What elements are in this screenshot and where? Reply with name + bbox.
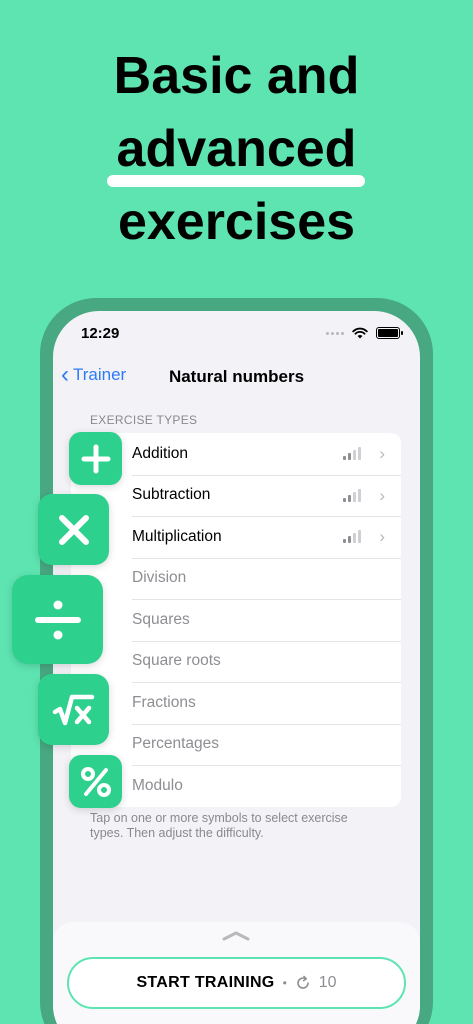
exercise-label: Addition [132, 444, 189, 462]
separator-dot: • [282, 976, 287, 990]
wifi-icon [352, 327, 368, 339]
exercise-label: Multiplication [132, 527, 222, 545]
headline-line-3: exercises [117, 193, 356, 251]
status-icons [326, 327, 403, 339]
cellular-dots-icon [326, 331, 344, 335]
exercise-list: Addition › Subtraction › Multiplication … [71, 433, 401, 807]
divide-icon[interactable] [12, 575, 103, 664]
start-training-button[interactable]: START TRAINING • 10 [67, 957, 406, 1009]
chevron-right-icon: › [379, 444, 385, 463]
section-header: EXERCISE TYPES [90, 413, 198, 427]
difficulty-bars-icon [343, 488, 361, 502]
chevron-right-icon: › [379, 527, 385, 546]
percent-icon[interactable] [69, 755, 122, 808]
chevron-up-icon[interactable] [221, 930, 251, 942]
headline: Basic and advanced exercises [0, 40, 473, 259]
exercise-row-square-roots[interactable]: Square roots [71, 640, 401, 683]
exercise-row-squares[interactable]: Squares [71, 599, 401, 641]
headline-underline [107, 175, 365, 187]
headline-line-1: Basic and [113, 47, 360, 105]
exercise-row-percentages[interactable]: Percentages [71, 723, 401, 766]
plus-icon[interactable] [69, 432, 122, 485]
exercise-count: 10 [318, 974, 337, 991]
start-training-label: START TRAINING [136, 974, 275, 991]
difficulty-bars-icon [343, 447, 361, 460]
repeat-icon [296, 975, 309, 989]
exercise-label: Division [132, 569, 187, 587]
exercise-label: Fractions [132, 693, 196, 711]
exercise-label: Percentages [132, 735, 220, 753]
exercise-label: Square roots [132, 652, 221, 670]
exercise-row-fractions[interactable]: Fractions [71, 682, 401, 724]
exercise-label: Subtraction [132, 486, 211, 504]
battery-icon [376, 327, 403, 339]
exercise-label: Squares [132, 610, 190, 628]
chevron-right-icon: › [379, 485, 385, 505]
square-root-icon[interactable] [38, 674, 109, 745]
page-title: Natural numbers [168, 367, 305, 386]
status-time: 12:29 [81, 325, 120, 342]
exercise-row-multiplication[interactable]: Multiplication › [71, 516, 401, 558]
multiply-icon[interactable] [38, 494, 109, 565]
exercise-label: Modulo [132, 776, 183, 794]
section-footnote: Tap on one or more symbols to select exe… [90, 811, 348, 840]
exercise-row-subtraction[interactable]: Subtraction › [71, 474, 401, 517]
phone-screen: 12:29 ‹ Trainer Natural numbers EXERCISE… [53, 311, 420, 1024]
exercise-row-division[interactable]: Division [71, 557, 401, 600]
difficulty-bars-icon [343, 530, 361, 543]
